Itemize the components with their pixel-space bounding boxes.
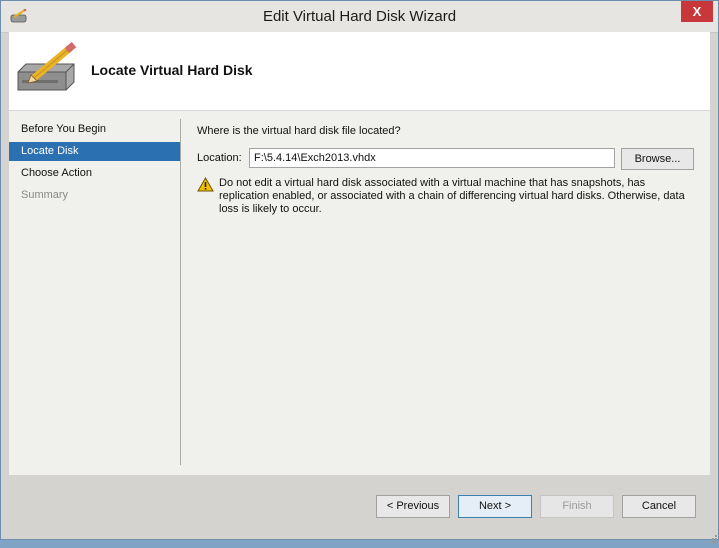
close-icon: X: [692, 4, 702, 19]
location-input[interactable]: [249, 148, 615, 168]
nav-item-choose-action[interactable]: Choose Action: [9, 164, 181, 183]
wizard-header: Locate Virtual Hard Disk: [9, 32, 710, 111]
nav-item-summary: Summary: [21, 189, 69, 201]
page-title: Locate Virtual Hard Disk: [91, 62, 253, 78]
disk-pencil-icon: [12, 41, 82, 100]
wizard-footer: < Previous Next > Finish Cancel: [9, 476, 710, 533]
wizard-nav: Before You Begin Locate Disk Choose Acti…: [9, 111, 181, 475]
nav-divider: [180, 119, 181, 465]
title-bar[interactable]: Edit Virtual Hard Disk Wizard X: [1, 1, 718, 33]
nav-item-locate-disk[interactable]: Locate Disk: [9, 142, 181, 161]
close-button[interactable]: X: [681, 1, 713, 22]
location-question: Where is the virtual hard disk file loca…: [197, 125, 401, 137]
wizard-window: Edit Virtual Hard Disk Wizard X Locate V…: [0, 0, 719, 543]
resize-grip-icon[interactable]: [709, 530, 717, 543]
location-label: Location:: [197, 152, 242, 164]
warning-message: Do not edit a virtual hard disk associat…: [219, 177, 685, 215]
nav-item-before-you-begin[interactable]: Before You Begin: [9, 120, 181, 139]
finish-button: Finish: [540, 495, 614, 518]
warning-icon: [197, 176, 214, 192]
cancel-button[interactable]: Cancel: [622, 495, 696, 518]
browse-button[interactable]: Browse...: [621, 148, 694, 170]
previous-button[interactable]: < Previous: [376, 495, 450, 518]
next-button[interactable]: Next >: [458, 495, 532, 518]
wizard-content: Before You Begin Locate Disk Choose Acti…: [9, 111, 710, 475]
window-title: Edit Virtual Hard Disk Wizard: [262, 8, 457, 25]
